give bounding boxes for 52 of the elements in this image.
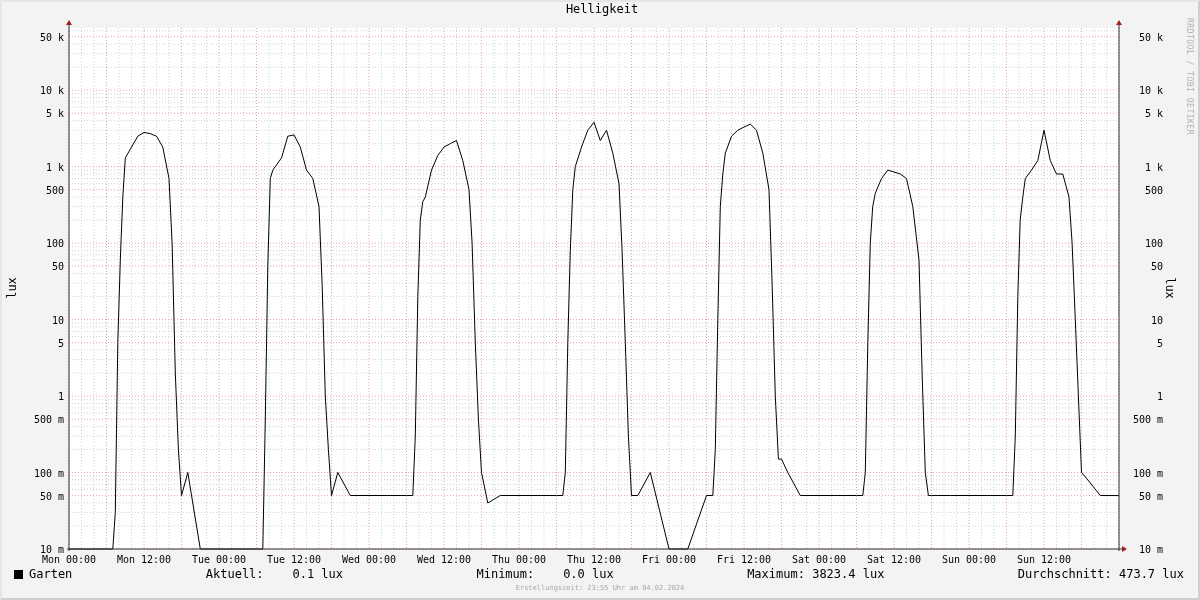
y-tick-label: 100 (1144, 238, 1163, 250)
y-axis-label: lux (1163, 277, 1177, 299)
x-tick-label: Sun 12:00 (1016, 554, 1072, 565)
y-tick-label: 50 m (1138, 490, 1163, 502)
x-tick-label: Thu 12:00 (566, 554, 622, 565)
y-tick-label: 100 (45, 238, 64, 250)
y-tick-label: 500 m (1132, 414, 1163, 426)
x-tick-label: Thu 00:00 (491, 554, 547, 565)
y-tick-label: 100 m (1132, 467, 1163, 479)
y-tick-label: 10 m (1138, 544, 1163, 555)
x-tick-label: Mon 00:00 (41, 554, 97, 565)
x-tick-label: Mon 12:00 (116, 554, 172, 565)
y-tick-label: 500 m (33, 414, 64, 426)
x-tick-label: Tue 00:00 (191, 554, 247, 565)
y-tick-label: 50 (51, 261, 64, 273)
y-tick-label: 50 k (39, 31, 64, 43)
x-tick-label: Sun 00:00 (941, 554, 997, 565)
x-tick-label: Sat 00:00 (791, 554, 847, 565)
legend-label: Garten (29, 567, 73, 581)
y-tick-label: 1 k (1144, 161, 1163, 173)
x-tick-label: Tue 12:00 (266, 554, 322, 565)
x-tick-label: Wed 00:00 (341, 554, 397, 565)
y-tick-label: 500 (45, 184, 64, 196)
y-tick-label: 100 m (33, 467, 64, 479)
y-tick-label: 50 (1150, 261, 1163, 273)
legend-stat: Durchschnitt: 473.7 lux (1017, 567, 1184, 581)
legend-stat: Aktuell: 0.1 lux (205, 567, 344, 581)
y-tick-label: 5 k (45, 108, 64, 120)
x-tick-label: Fri 00:00 (641, 554, 697, 565)
x-tick-label: Fri 12:00 (716, 554, 772, 565)
y-tick-label: 10 k (1138, 85, 1163, 97)
y-tick-label: 50 k (1138, 31, 1163, 43)
y-tick-label: 500 (1144, 184, 1163, 196)
y-tick-label: 10 m (39, 544, 64, 555)
y-tick-label: 50 m (39, 490, 64, 502)
legend-swatch (14, 569, 23, 579)
y-tick-label: 1 (1156, 391, 1163, 403)
y-tick-label: 1 k (45, 161, 64, 173)
chart-title: Helligkeit (564, 2, 640, 18)
x-tick-label: Sat 12:00 (866, 554, 922, 565)
y-tick-label: 5 (57, 337, 64, 349)
legend-stat: Minimum: 0.0 lux (476, 567, 614, 581)
y-tick-label: 1 (57, 391, 64, 403)
y-tick-label: 10 (51, 314, 64, 326)
y-tick-label: 5 (1156, 337, 1163, 349)
y-axis-label: lux (5, 277, 19, 299)
x-tick-label: Wed 12:00 (416, 554, 472, 565)
credit-text: RRDTOOL / TOBI OETIKER (1184, 18, 1194, 135)
y-tick-label: 10 k (39, 85, 64, 97)
y-tick-label: 10 (1150, 314, 1163, 326)
y-tick-label: 5 k (1144, 108, 1163, 120)
legend-stat: Maximum: 3823.4 lux (747, 567, 885, 581)
